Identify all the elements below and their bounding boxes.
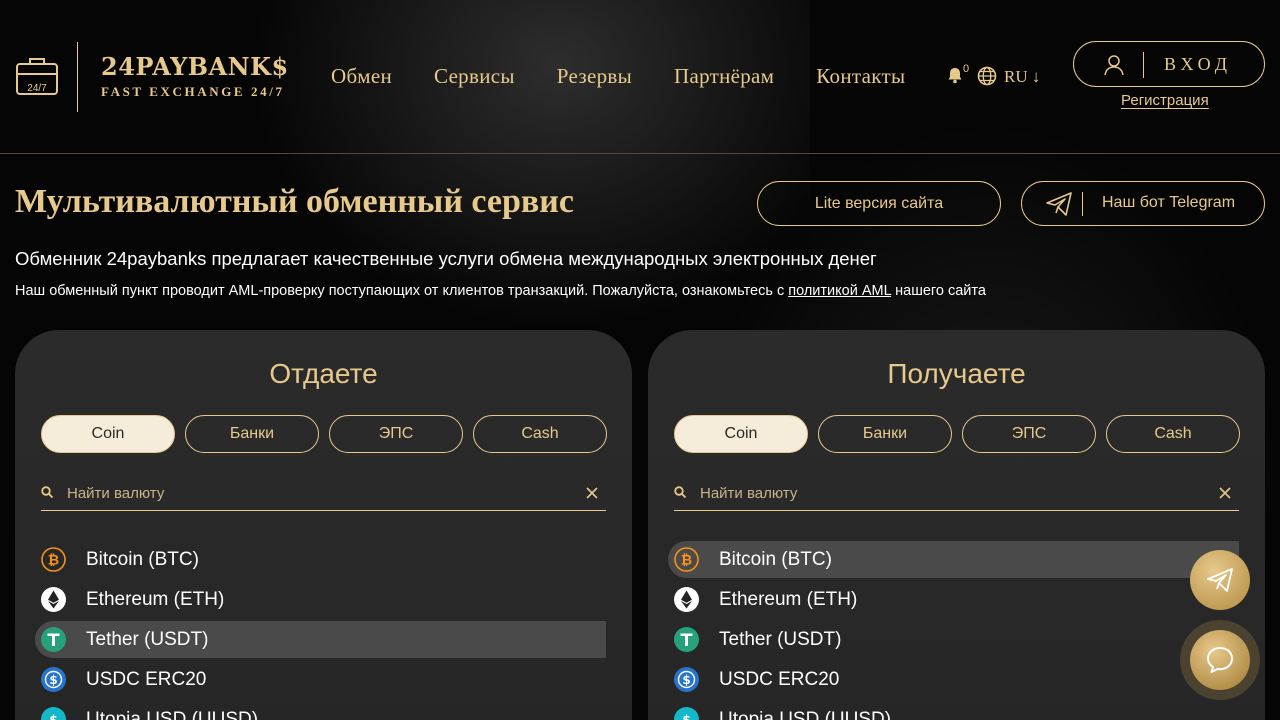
aml-policy-link[interactable]: политикой AML <box>788 283 891 299</box>
floating-chat-button[interactable] <box>1190 630 1250 690</box>
nav-contacts[interactable]: Контакты <box>816 64 905 89</box>
logo-name: 24PAYBANK$ <box>101 52 289 81</box>
give-item-eth[interactable]: Ethereum (ETH) <box>35 581 606 618</box>
logo-badge: 24/7 <box>27 83 47 94</box>
tether-icon <box>674 627 699 652</box>
telegram-label: Наш бот Telegram <box>1102 194 1236 211</box>
get-item-btc[interactable]: ₿ Bitcoin (BTC) <box>668 541 1239 578</box>
nav-reserves[interactable]: Резервы <box>557 64 632 89</box>
aml-text-after: нашего сайта <box>891 283 986 299</box>
get-item-usdt[interactable]: Tether (USDT) <box>668 621 1239 658</box>
telegram-divider <box>1082 192 1083 216</box>
telegram-icon <box>1207 568 1233 592</box>
give-item-label: Bitcoin (BTC) <box>86 549 199 570</box>
close-icon[interactable] <box>586 487 598 499</box>
get-tabs: Coin Банки ЭПС Cash <box>674 415 1240 453</box>
give-search <box>41 478 606 511</box>
search-icon <box>41 486 53 498</box>
get-item-uusd[interactable]: $ Utopia USD (UUSD) <box>668 701 1239 720</box>
notification-count: 0 <box>963 63 970 75</box>
get-search <box>674 478 1239 511</box>
page-title: Мультивалютный обменный сервис <box>15 183 574 220</box>
get-title: Получаете <box>887 358 1026 389</box>
get-item-eth[interactable]: Ethereum (ETH) <box>668 581 1239 618</box>
svg-text:$: $ <box>49 713 57 720</box>
get-tab-coin[interactable]: Coin <box>674 415 808 453</box>
svg-text:$: $ <box>49 673 57 687</box>
give-tab-banks[interactable]: Банки <box>185 415 319 453</box>
nav-exchange[interactable]: Обмен <box>331 64 392 89</box>
svg-text:$: $ <box>682 673 690 687</box>
get-tab-cash[interactable]: Cash <box>1106 415 1240 453</box>
give-search-input[interactable] <box>67 483 567 503</box>
give-tabs: Coin Банки ЭПС Cash <box>41 415 607 453</box>
logo-divider <box>77 42 78 112</box>
get-item-label: Ethereum (ETH) <box>719 589 858 610</box>
ethereum-icon <box>41 587 66 612</box>
give-tab-coin[interactable]: Coin <box>41 415 175 453</box>
get-currency-list: ₿ Bitcoin (BTC) Ethereum (ETH) Tether (U… <box>668 541 1239 720</box>
utopia-icon: $ <box>674 707 699 720</box>
aml-notice: Наш обменный пункт проводит AML-проверку… <box>15 283 986 299</box>
svg-text:$: $ <box>682 713 690 720</box>
give-tab-cash[interactable]: Cash <box>473 415 607 453</box>
user-icon <box>1104 55 1124 76</box>
give-tab-eps[interactable]: ЭПС <box>329 415 463 453</box>
give-item-btc[interactable]: ₿ Bitcoin (BTC) <box>35 541 606 578</box>
floating-telegram-button[interactable] <box>1190 550 1250 610</box>
utopia-icon: $ <box>41 707 66 720</box>
give-item-usdc[interactable]: $ USDC ERC20 <box>35 661 606 698</box>
get-item-label: Utopia USD (UUSD) <box>719 709 892 720</box>
main-nav: Обмен Сервисы Резервы Партнёрам Контакты <box>331 64 947 89</box>
give-item-label: Utopia USD (UUSD) <box>86 709 259 720</box>
get-search-input[interactable] <box>700 483 1200 503</box>
register-link[interactable]: Регистрация <box>1121 92 1209 109</box>
globe-icon[interactable] <box>977 66 997 86</box>
site-header: 24/7 24PAYBANK$ FAST EXCHANGE 24/7 Обмен… <box>0 0 1280 154</box>
give-panel: Отдаете Coin Банки ЭПС Cash ₿ Bitcoin (B… <box>15 330 632 720</box>
search-icon <box>674 486 686 498</box>
ethereum-icon <box>674 587 699 612</box>
close-icon[interactable] <box>1219 487 1231 499</box>
aml-text-before: Наш обменный пункт проводит AML-проверку… <box>15 283 789 299</box>
svg-text:₿: ₿ <box>48 553 59 569</box>
give-currency-list: ₿ Bitcoin (BTC) Ethereum (ETH) Tether (U… <box>35 541 606 720</box>
tether-icon <box>41 627 66 652</box>
give-item-usdt[interactable]: Tether (USDT) <box>35 621 606 658</box>
language-selector[interactable]: RU ↓ <box>1004 67 1040 87</box>
briefcase-icon: 24/7 <box>16 58 58 95</box>
lite-version-button[interactable]: Lite версия сайта <box>757 181 1001 226</box>
login-divider <box>1143 52 1144 78</box>
telegram-bot-button[interactable]: Наш бот Telegram <box>1021 181 1265 226</box>
usdc-icon: $ <box>41 667 66 692</box>
give-item-label: Tether (USDT) <box>86 629 209 650</box>
bell-icon[interactable] <box>946 66 964 84</box>
get-tab-banks[interactable]: Банки <box>818 415 952 453</box>
svg-text:₿: ₿ <box>681 553 692 569</box>
get-item-label: Tether (USDT) <box>719 629 842 650</box>
intro-text: Обменник 24paybanks предлагает качествен… <box>15 248 877 269</box>
login-button[interactable]: ВХОД <box>1073 41 1265 87</box>
nav-services[interactable]: Сервисы <box>434 64 515 89</box>
nav-partners[interactable]: Партнёрам <box>674 64 774 89</box>
get-tab-eps[interactable]: ЭПС <box>962 415 1096 453</box>
logo[interactable]: 24/7 24PAYBANK$ FAST EXCHANGE 24/7 <box>15 42 295 112</box>
give-item-label: Ethereum (ETH) <box>86 589 225 610</box>
get-item-label: USDC ERC20 <box>719 669 840 690</box>
bitcoin-icon: ₿ <box>674 547 699 572</box>
usdc-icon: $ <box>674 667 699 692</box>
get-item-label: Bitcoin (BTC) <box>719 549 832 570</box>
give-title: Отдаете <box>269 358 378 389</box>
get-item-usdc[interactable]: $ USDC ERC20 <box>668 661 1239 698</box>
logo-tagline: FAST EXCHANGE 24/7 <box>101 84 285 99</box>
login-label: ВХОД <box>1164 54 1233 74</box>
give-item-label: USDC ERC20 <box>86 669 207 690</box>
chat-bubble-icon <box>1207 647 1233 673</box>
bitcoin-icon: ₿ <box>41 547 66 572</box>
telegram-icon <box>1046 192 1072 216</box>
give-item-uusd[interactable]: $ Utopia USD (UUSD) <box>35 701 606 720</box>
get-panel: Получаете Coin Банки ЭПС Cash ₿ Bitcoin … <box>648 330 1265 720</box>
